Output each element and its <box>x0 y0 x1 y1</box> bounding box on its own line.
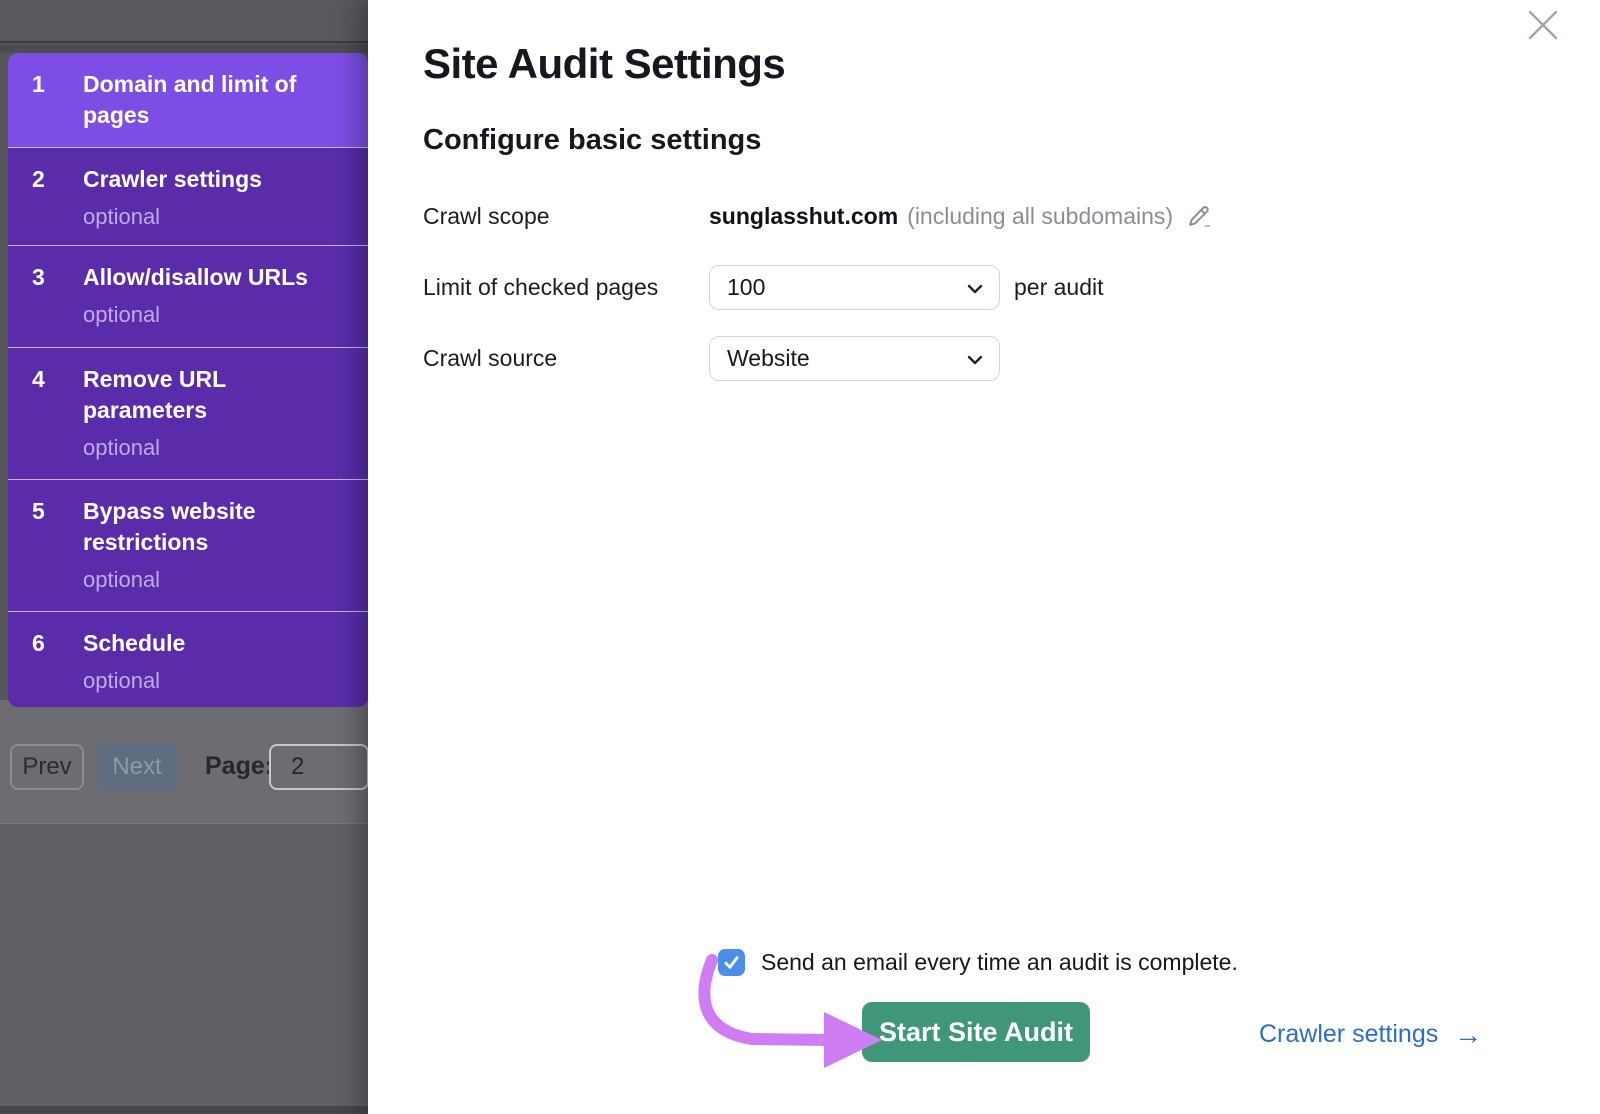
step-title: Remove URL parameters <box>83 364 333 426</box>
limit-select-value: 100 <box>727 274 765 301</box>
step-title: Domain and limit of pages <box>83 69 333 131</box>
screen: Prev Next Page: 2 1 Domain and limit of … <box>0 0 1600 1114</box>
right-arrow-icon: → <box>1454 1021 1482 1049</box>
step-optional-label: optional <box>83 565 333 595</box>
site-audit-steps-panel: 1 Domain and limit of pages 2 Crawler se… <box>8 53 368 707</box>
page-label: Page: <box>205 752 273 781</box>
step-number: 4 <box>32 364 83 479</box>
start-site-audit-button[interactable]: Start Site Audit <box>862 1002 1090 1062</box>
limit-of-checked-pages-row: Limit of checked pages 100 per audit <box>423 265 1104 310</box>
step-number: 5 <box>32 496 83 611</box>
crawl-scope-domain: sunglasshut.com <box>709 203 898 230</box>
background-header-band <box>0 0 368 43</box>
step-title: Crawler settings <box>83 164 262 195</box>
prev-button[interactable]: Prev <box>10 744 84 790</box>
step-schedule[interactable]: 6 Schedule optional <box>8 611 368 707</box>
crawl-source-row: Crawl source Website <box>423 336 1000 381</box>
step-optional-label: optional <box>83 300 308 330</box>
step-optional-label: optional <box>83 202 262 232</box>
step-domain-and-limit[interactable]: 1 Domain and limit of pages <box>8 53 368 147</box>
step-bypass-website-restrictions[interactable]: 5 Bypass website restrictions optional <box>8 479 368 611</box>
step-remove-url-parameters[interactable]: 4 Remove URL parameters optional <box>8 347 368 479</box>
email-checkbox-label: Send an email every time an audit is com… <box>761 949 1238 976</box>
step-optional-label: optional <box>83 666 185 696</box>
background-band <box>0 45 368 53</box>
crawl-source-value: Website <box>727 345 810 372</box>
next-button[interactable]: Next <box>97 744 177 790</box>
crawl-scope-label: Crawl scope <box>423 203 709 230</box>
section-heading: Configure basic settings <box>423 124 761 157</box>
step-optional-label: optional <box>83 433 333 463</box>
edit-pencil-icon[interactable] <box>1185 203 1212 230</box>
page-number-input[interactable]: 2 <box>269 744 369 790</box>
site-audit-settings-modal: Site Audit Settings Configure basic sett… <box>368 0 1600 1114</box>
checkmark-icon <box>722 953 741 972</box>
per-audit-label: per audit <box>1014 274 1104 301</box>
modal-title: Site Audit Settings <box>423 40 785 88</box>
step-title: Schedule <box>83 628 185 659</box>
background-lower-area <box>0 823 368 1114</box>
limit-select[interactable]: 100 <box>709 265 1000 310</box>
crawl-source-label: Crawl source <box>423 345 709 372</box>
step-number: 1 <box>32 69 83 147</box>
step-title: Allow/disallow URLs <box>83 262 308 293</box>
crawler-settings-link[interactable]: Crawler settings → <box>1259 1020 1482 1049</box>
chevron-down-icon <box>964 349 986 371</box>
background-bottom-edge <box>0 1106 368 1114</box>
step-number: 3 <box>32 262 83 347</box>
step-allow-disallow-urls[interactable]: 3 Allow/disallow URLs optional <box>8 245 368 347</box>
step-number: 2 <box>32 164 83 245</box>
crawl-source-select[interactable]: Website <box>709 336 1000 381</box>
crawl-scope-note: (including all subdomains) <box>907 203 1173 230</box>
step-title: Bypass website restrictions <box>83 496 333 558</box>
email-checkbox[interactable] <box>718 949 745 976</box>
crawler-settings-link-label: Crawler settings <box>1259 1020 1438 1049</box>
step-crawler-settings[interactable]: 2 Crawler settings optional <box>8 147 368 245</box>
crawl-scope-row: Crawl scope sunglasshut.com (including a… <box>423 194 1212 238</box>
close-icon[interactable] <box>1526 8 1560 42</box>
step-number: 6 <box>32 628 83 707</box>
limit-label: Limit of checked pages <box>423 274 709 301</box>
chevron-down-icon <box>964 278 986 300</box>
email-notification-row: Send an email every time an audit is com… <box>718 949 1238 976</box>
